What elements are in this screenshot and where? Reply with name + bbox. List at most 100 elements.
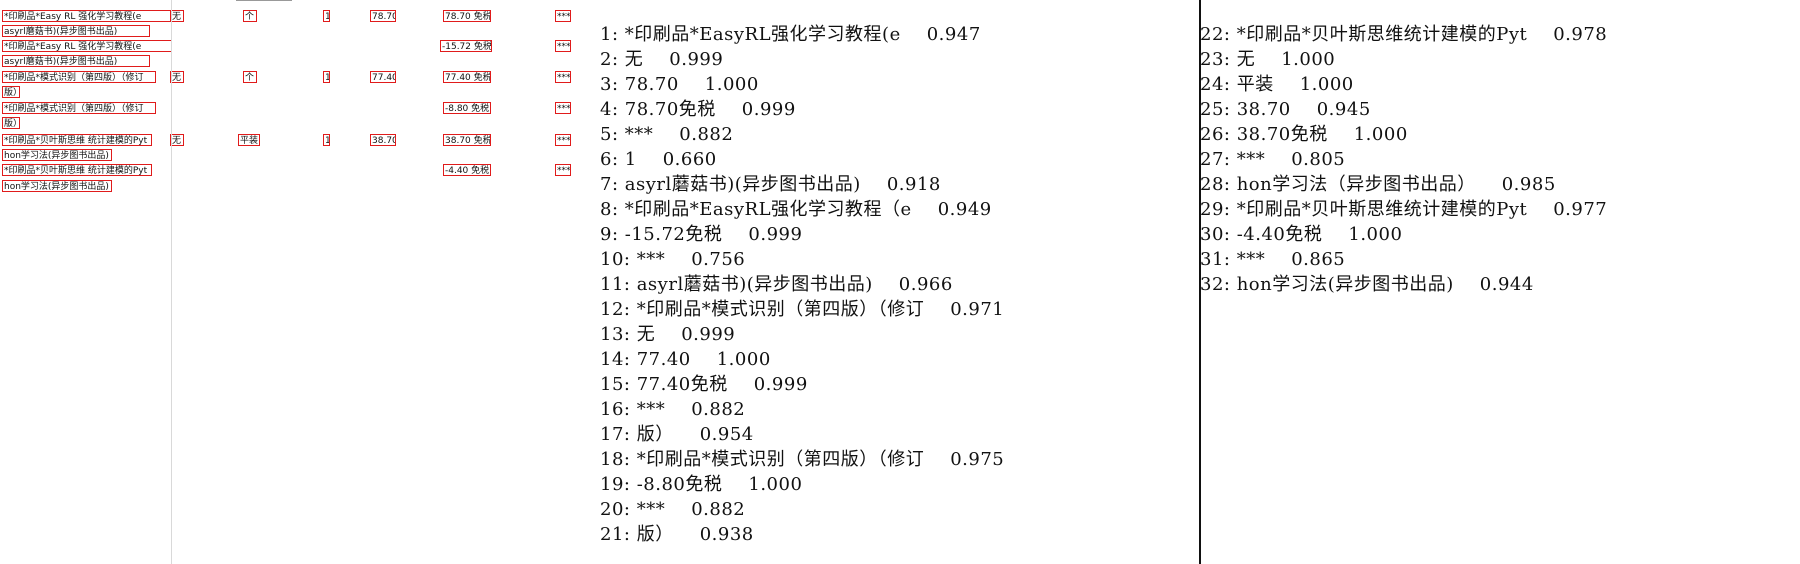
line-score: 0.882: [679, 124, 734, 145]
line-number: 2:: [600, 49, 619, 70]
detected-text-box: *印刷品*Easy RL 强化学习教程(e: [2, 40, 172, 52]
line-text: hon学习法(异步图书出品): [1236, 274, 1454, 295]
line-score: 0.865: [1291, 249, 1346, 270]
line-text: 78.70: [624, 74, 679, 95]
detected-text-box: asyrl蘑菇书)(异步图书出品): [2, 55, 150, 67]
ocr-line: 3: 78.70 1.000: [600, 72, 1004, 97]
detected-text-box: ***: [555, 134, 571, 146]
line-number: 10:: [600, 249, 631, 270]
ocr-line: 22: *印刷品*贝叶斯思维统计建模的Pyt 0.978: [1200, 22, 1607, 47]
ocr-line: 15: 77.40免税 0.999: [600, 372, 1004, 397]
detected-text-box: 版）: [2, 86, 20, 98]
ocr-line: 25: 38.70 0.945: [1200, 97, 1607, 122]
line-number: 22:: [1200, 24, 1231, 45]
detected-text-box: 38.70 免税: [443, 134, 491, 146]
line-number: 1:: [600, 24, 619, 45]
line-text: 77.40: [636, 349, 691, 370]
detected-text-box: 1: [323, 10, 330, 22]
line-text: ***: [1236, 249, 1266, 270]
detected-text-box: 无: [170, 134, 184, 146]
line-text: ***: [636, 399, 666, 420]
line-number: 23:: [1200, 49, 1231, 70]
line-score: 0.949: [937, 199, 992, 220]
line-number: 24:: [1200, 74, 1231, 95]
line-score: 0.947: [926, 24, 981, 45]
line-number: 25:: [1200, 99, 1231, 120]
column-divider: [171, 0, 172, 564]
detected-text-box: *印刷品*贝叶斯思维 统计建模的Pyt: [2, 134, 152, 146]
ocr-line: 8: *印刷品*EasyRL强化学习教程（e 0.949: [600, 197, 1004, 222]
line-number: 12:: [600, 299, 631, 320]
ocr-line: 2: 无 0.999: [600, 47, 1004, 72]
line-text: 38.70免税: [1236, 124, 1328, 145]
line-number: 9:: [600, 224, 619, 245]
line-score: 0.882: [691, 399, 746, 420]
detected-text-box: 1: [323, 134, 330, 146]
line-number: 19:: [600, 474, 631, 495]
line-score: 0.660: [662, 149, 717, 170]
line-number: 32:: [1200, 274, 1231, 295]
ocr-line: 29: *印刷品*贝叶斯思维统计建模的Pyt 0.977: [1200, 197, 1607, 222]
line-score: 0.971: [950, 299, 1005, 320]
ocr-line: 31: *** 0.865: [1200, 247, 1607, 272]
ocr-line: 32: hon学习法(异步图书出品) 0.944: [1200, 272, 1607, 297]
line-score: 0.978: [1553, 24, 1608, 45]
ocr-results-column-1: 1: *印刷品*EasyRL强化学习教程(e 0.947 2: 无 0.999 3:…: [600, 22, 1004, 547]
line-text: 无: [636, 324, 656, 345]
detected-text-box: asyrl蘑菇书)(异步图书出品): [2, 25, 150, 37]
line-number: 14:: [600, 349, 631, 370]
detected-text-box: *印刷品*模式识别（第四版）（修订: [2, 102, 156, 114]
line-score: 1.000: [1281, 49, 1336, 70]
ocr-line: 30: -4.40免税 1.000: [1200, 222, 1607, 247]
line-text: 版）: [636, 424, 674, 445]
detected-text-box: 个: [243, 10, 257, 22]
line-score: 0.999: [681, 324, 736, 345]
line-number: 5:: [600, 124, 619, 145]
line-score: 1.000: [1353, 124, 1408, 145]
line-number: 7:: [600, 174, 619, 195]
ocr-line: 13: 无 0.999: [600, 322, 1004, 347]
line-text: 版）: [636, 524, 674, 545]
line-score: 0.882: [691, 499, 746, 520]
ocr-line: 18: *印刷品*模式识别（第四版）（修订 0.975: [600, 447, 1004, 472]
line-score: 0.999: [741, 99, 796, 120]
detected-text-box: 77.40: [370, 71, 396, 83]
line-number: 18:: [600, 449, 631, 470]
detected-text-box: ***: [555, 10, 571, 22]
ocr-line: 5: *** 0.882: [600, 122, 1004, 147]
line-number: 16:: [600, 399, 631, 420]
line-text: -4.40免税: [1236, 224, 1323, 245]
detected-text-box: -15.72 免税: [440, 40, 492, 52]
detected-text-box: 78.70 免税: [443, 10, 491, 22]
invoice-crop-pane: *印刷品*Easy RL 强化学习教程(e无个178.7078.70 免税***…: [0, 0, 580, 564]
line-score: 0.944: [1479, 274, 1534, 295]
detected-text-box: hon学习法(异步图书出品): [2, 149, 112, 161]
line-score: 0.756: [691, 249, 746, 270]
line-score: 0.966: [898, 274, 953, 295]
line-score: 1.000: [716, 349, 771, 370]
line-number: 13:: [600, 324, 631, 345]
line-text: *印刷品*EasyRL强化学习教程(e: [624, 24, 901, 45]
line-number: 28:: [1200, 174, 1231, 195]
line-number: 4:: [600, 99, 619, 120]
line-text: 无: [624, 49, 644, 70]
line-score: 0.999: [748, 224, 803, 245]
line-number: 31:: [1200, 249, 1231, 270]
line-score: 0.977: [1553, 199, 1608, 220]
line-text: -8.80免税: [636, 474, 723, 495]
ocr-line: 11: asyrl蘑菇书)(异步图书出品) 0.966: [600, 272, 1004, 297]
ocr-line: 7: asyrl蘑菇书)(异步图书出品) 0.918: [600, 172, 1004, 197]
detected-text-box: 平装: [238, 134, 260, 146]
ocr-line: 17: 版） 0.954: [600, 422, 1004, 447]
line-score: 1.000: [1299, 74, 1354, 95]
ocr-line: 24: 平装 1.000: [1200, 72, 1607, 97]
detected-text-box: 个: [243, 71, 257, 83]
line-number: 11:: [600, 274, 631, 295]
line-score: 0.985: [1501, 174, 1556, 195]
line-text: *印刷品*EasyRL强化学习教程（e: [624, 199, 912, 220]
detected-text-box: 77.40 免税: [443, 71, 491, 83]
detected-text-box: ***: [555, 102, 571, 114]
detected-text-box: *印刷品*模式识别（第四版）（修订: [2, 71, 156, 83]
line-number: 6:: [600, 149, 619, 170]
ocr-line: 9: -15.72免税 0.999: [600, 222, 1004, 247]
